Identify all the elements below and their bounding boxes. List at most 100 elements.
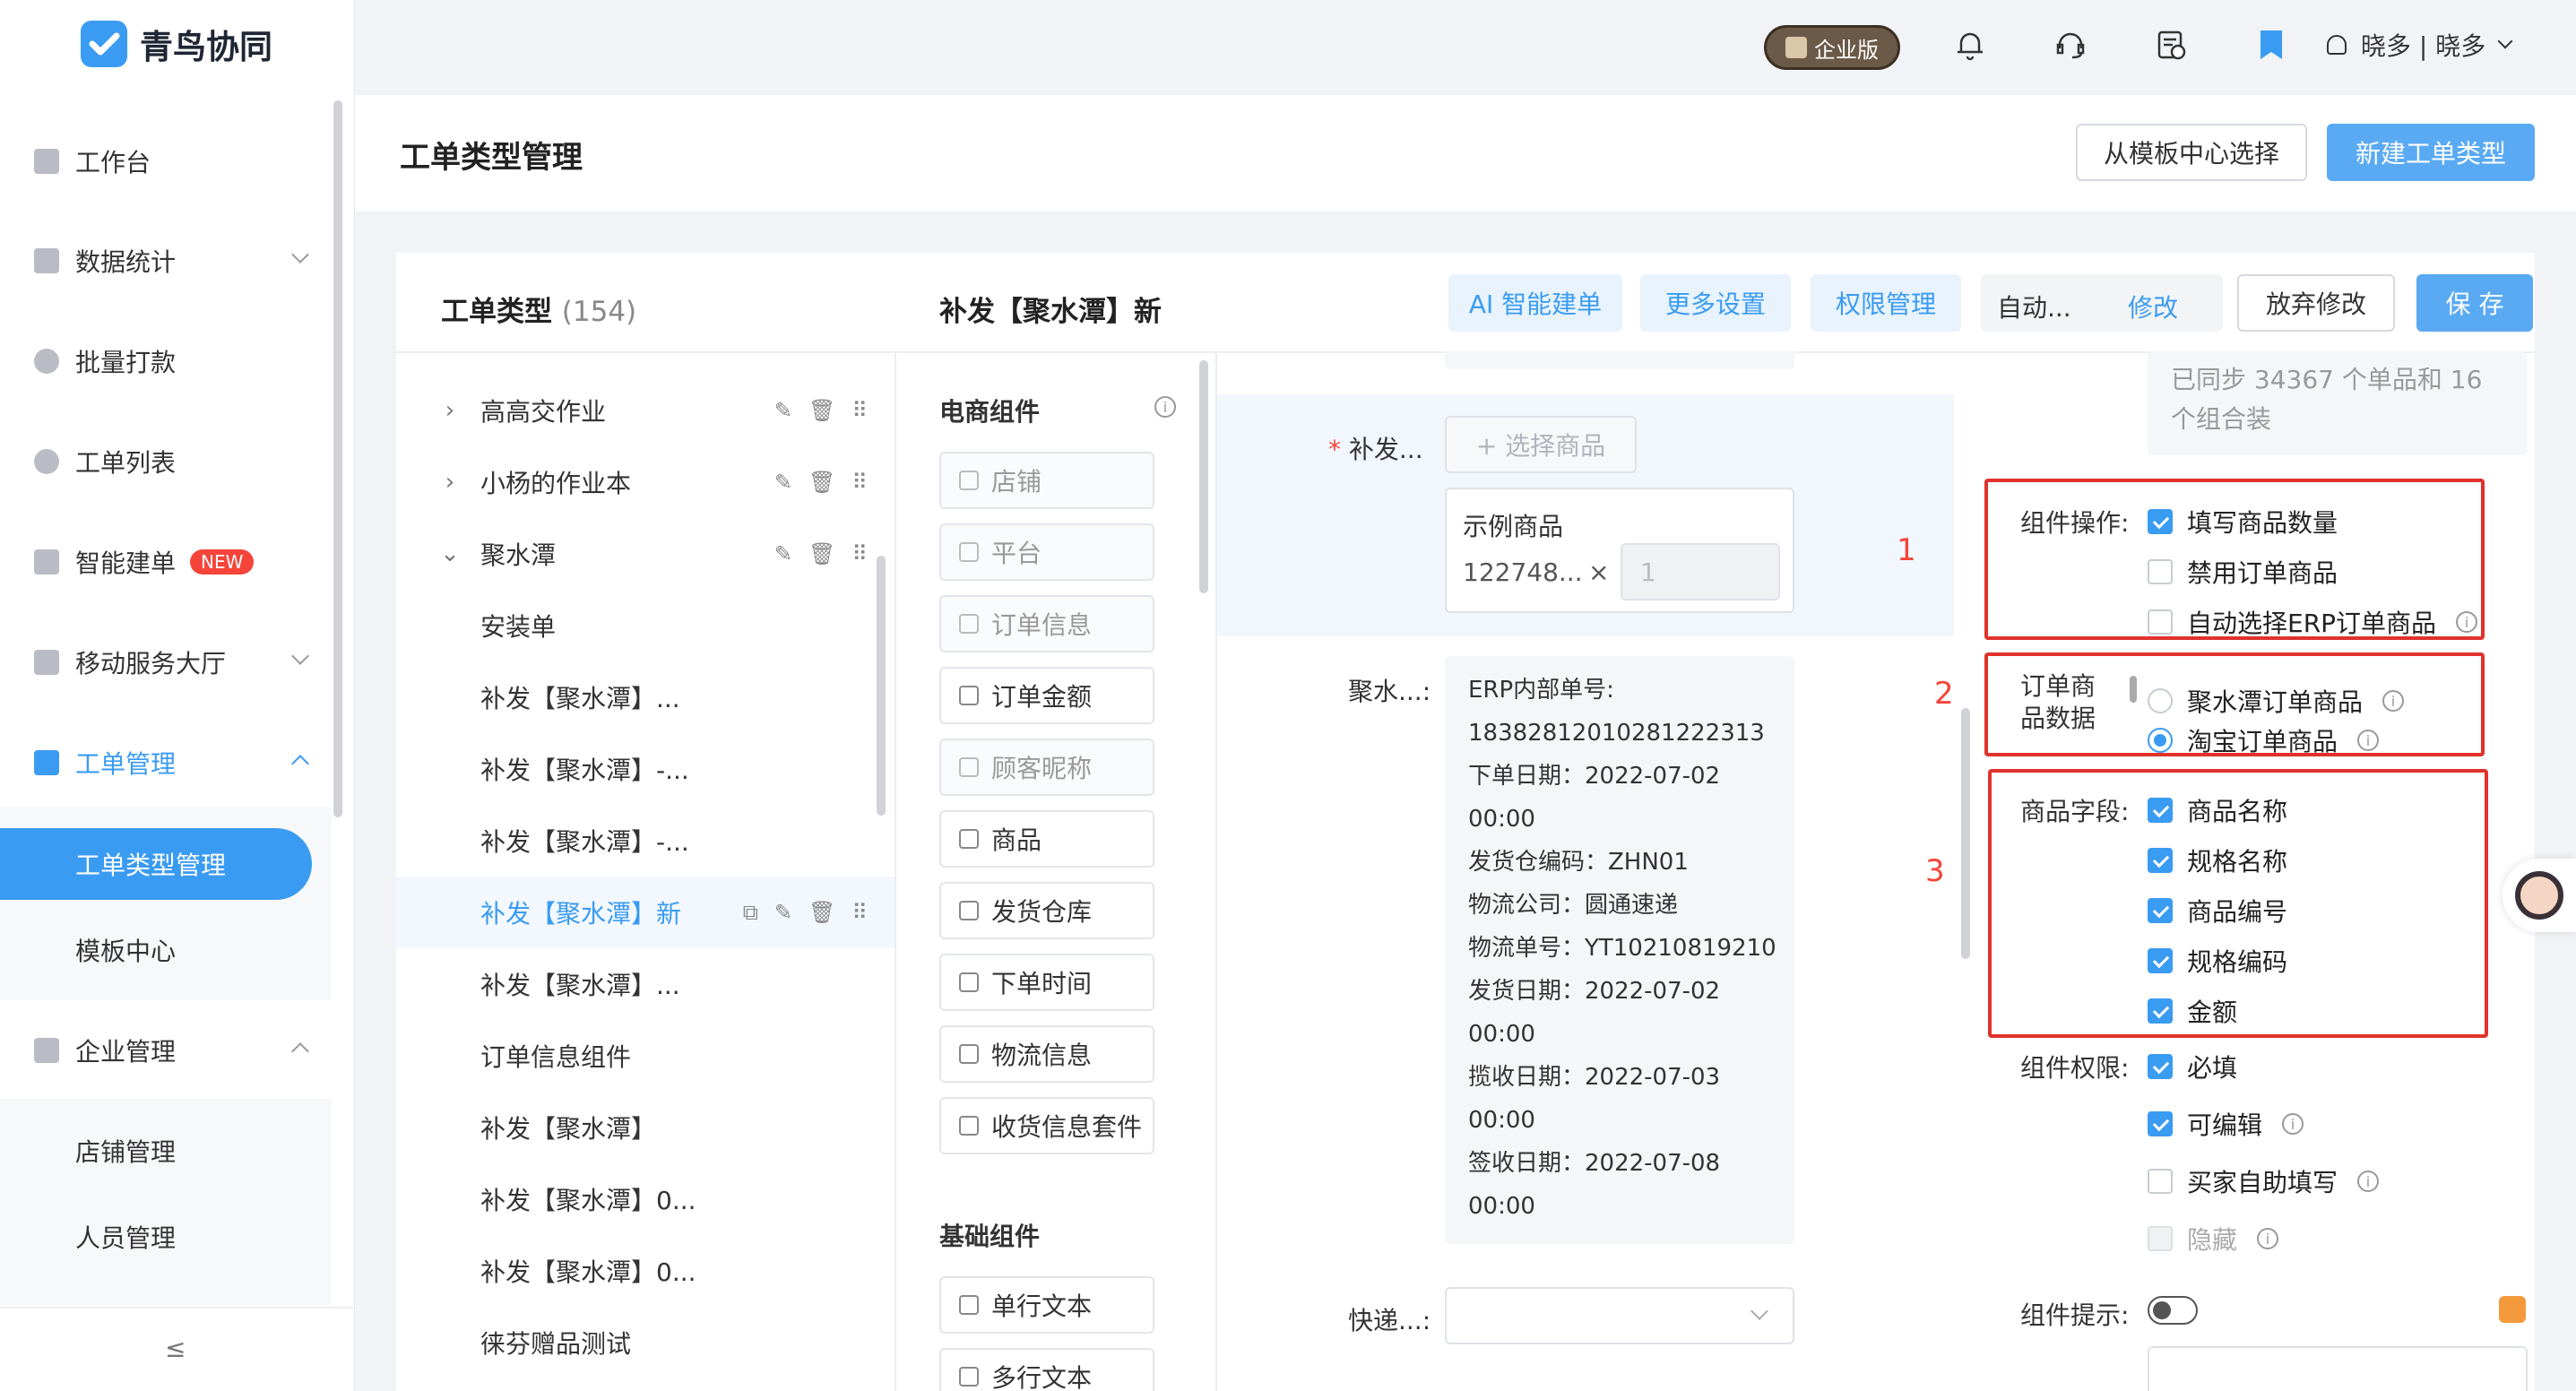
discard-button[interactable]: 放弃修改 (2237, 274, 2395, 332)
nav-smart-create[interactable]: 智能建单 NEW (0, 519, 355, 605)
checkbox[interactable] (2148, 1169, 2173, 1194)
option-jst-order[interactable]: 聚水潭订单商品 i (2148, 683, 2405, 719)
component-item[interactable]: 物流信息 (939, 1025, 1154, 1083)
checkbox-checked[interactable] (2148, 509, 2173, 534)
nav-statistics[interactable]: 数据统计 (0, 218, 355, 304)
type-item[interactable]: 补发【聚水潭】... (396, 948, 895, 1020)
color-swatch[interactable] (2499, 1296, 2526, 1323)
component-item[interactable]: 店铺 (939, 452, 1154, 509)
tip-textarea[interactable] (2148, 1346, 2528, 1391)
checkbox-checked[interactable] (2148, 798, 2173, 823)
nav-order-list[interactable]: 工单列表 (0, 419, 355, 505)
tip-toggle[interactable] (2148, 1296, 2198, 1325)
type-item[interactable]: 徕芬赠品测试 (396, 1307, 895, 1378)
radio-selected[interactable] (2148, 728, 2173, 753)
auto-setting-box[interactable]: 自动... 修改 (1981, 274, 2223, 332)
copy-icon[interactable]: ⧉ (743, 900, 758, 925)
checkbox[interactable] (2148, 559, 2173, 584)
type-item[interactable]: 补发【聚水潭】... (396, 661, 895, 733)
checkbox-checked[interactable] (2148, 1111, 2173, 1136)
info-icon[interactable]: i (2357, 730, 2380, 751)
nav-workorder-manage[interactable]: 工单管理 (0, 720, 355, 806)
type-item[interactable]: 补发【聚水潭】 (396, 1092, 895, 1163)
component-item[interactable]: 订单信息 (939, 595, 1154, 652)
chevron-right-icon[interactable]: › (432, 469, 468, 496)
checkbox-checked[interactable] (2148, 948, 2173, 973)
more-settings-button[interactable]: 更多设置 (1640, 274, 1791, 332)
component-item[interactable]: 多行文本 (939, 1348, 1154, 1391)
drag-handle-icon[interactable]: ⠿ (851, 541, 868, 566)
field-amount[interactable]: 金额 (2148, 993, 2237, 1029)
headset-icon[interactable] (2053, 27, 2088, 63)
express-select[interactable] (1445, 1287, 1794, 1344)
components-scrollbar[interactable] (1199, 360, 1208, 593)
type-item[interactable]: 订单信息组件 (396, 1020, 895, 1092)
type-item[interactable]: 安装单 (396, 590, 895, 661)
component-item[interactable]: 顾客昵称 (939, 739, 1154, 796)
checkbox-checked[interactable] (2148, 848, 2173, 873)
nav-service-hall[interactable]: 移动服务大厅 (0, 619, 355, 705)
radio[interactable] (2148, 688, 2173, 713)
sub-template-center[interactable]: 模板中心 (0, 907, 332, 993)
ai-create-button[interactable]: AI 智能建单 (1448, 274, 1622, 332)
drag-handle-icon[interactable]: ⠿ (851, 470, 868, 495)
checkbox-checked[interactable] (2148, 998, 2173, 1024)
trash-icon[interactable]: 🗑 (808, 541, 835, 566)
user-menu[interactable]: 晓多 | 晓多 (2327, 27, 2513, 63)
bookmark-icon[interactable] (2253, 27, 2289, 63)
checkbox-checked[interactable] (2148, 898, 2173, 923)
permission-button[interactable]: 权限管理 (1811, 274, 1961, 332)
chevron-down-icon[interactable]: ⌄ (432, 540, 468, 567)
trash-icon[interactable]: 🗑 (808, 900, 835, 925)
type-item[interactable]: › 小杨的作业本 ✎ 🗑 ⠿ (396, 446, 895, 518)
select-goods-button[interactable]: + 选择商品 (1445, 416, 1637, 473)
info-icon[interactable]: i (2257, 1228, 2279, 1249)
checkbox[interactable] (2148, 609, 2173, 635)
type-item[interactable]: 补发【聚水潭】0... (396, 1163, 895, 1235)
component-item[interactable]: 平台 (939, 523, 1154, 581)
type-list-scrollbar[interactable] (877, 556, 886, 816)
component-item[interactable]: 订单金额 (939, 667, 1154, 724)
modify-link[interactable]: 修改 (2128, 289, 2178, 324)
drag-handle-icon[interactable]: ⠿ (851, 398, 868, 423)
drag-handle-icon[interactable]: ⠿ (851, 900, 868, 925)
choose-template-button[interactable]: 从模板中心选择 (2076, 124, 2307, 181)
sub-shop-manage[interactable]: 店铺管理 (0, 1108, 332, 1194)
chevron-right-icon[interactable]: › (432, 397, 468, 424)
sidebar-scrollbar[interactable] (333, 100, 342, 817)
perm-required[interactable]: 必填 (2148, 1049, 2237, 1084)
perm-editable[interactable]: 可编辑 i (2148, 1106, 2304, 1142)
component-item[interactable]: 单行文本 (939, 1276, 1154, 1334)
nav-enterprise[interactable]: 企业管理 (0, 1007, 355, 1093)
option-taobao-order[interactable]: 淘宝订单商品 i (2148, 722, 2380, 758)
option-auto-erp[interactable]: 自动选择ERP订单商品 i (2148, 604, 2478, 640)
edit-icon[interactable]: ✎ (774, 398, 792, 423)
field-spec-code[interactable]: 规格编码 (2148, 943, 2287, 979)
component-item[interactable]: 商品 (939, 810, 1154, 868)
collapse-sidebar-icon[interactable]: ≤ (165, 1334, 186, 1363)
field-goods-code[interactable]: 商品编号 (2148, 893, 2287, 929)
sub-staff-manage[interactable]: 人员管理 (0, 1194, 332, 1280)
type-item[interactable]: 补发【聚水潭】新 ⧉ ✎ 🗑 ⠿ (396, 877, 895, 948)
enterprise-edition-badge[interactable]: 企业版 (1764, 25, 1900, 70)
new-type-button[interactable]: 新建工单类型 (2327, 124, 2535, 181)
info-icon[interactable]: i (2282, 1113, 2304, 1135)
info-icon[interactable]: i (2357, 1171, 2380, 1192)
trash-icon[interactable]: 🗑 (808, 470, 835, 495)
nav-workbench[interactable]: 工作台 (0, 118, 355, 204)
type-item[interactable]: 补发【聚水潭】0... (396, 1235, 895, 1307)
type-item[interactable]: 补发【聚水潭】-... (396, 733, 895, 805)
type-item[interactable]: › 高高交作业 ✎ 🗑 ⠿ (396, 375, 895, 446)
save-button[interactable]: 保 存 (2416, 274, 2533, 332)
option-fill-qty[interactable]: 填写商品数量 (2148, 504, 2338, 540)
edit-icon[interactable]: ✎ (774, 900, 792, 925)
field-spec-name[interactable]: 规格名称 (2148, 842, 2287, 878)
checkbox-checked[interactable] (2148, 1054, 2173, 1079)
info-icon[interactable]: i (1154, 396, 1176, 418)
option-disable-order-goods[interactable]: 禁用订单商品 (2148, 554, 2338, 590)
info-icon[interactable]: i (2456, 611, 2478, 633)
nav-batch-pay[interactable]: 批量打款 (0, 318, 355, 404)
type-item[interactable]: 补发【聚水潭】-... (396, 805, 895, 877)
task-icon[interactable] (2153, 27, 2189, 63)
component-item[interactable]: 收货信息套件 (939, 1097, 1154, 1154)
